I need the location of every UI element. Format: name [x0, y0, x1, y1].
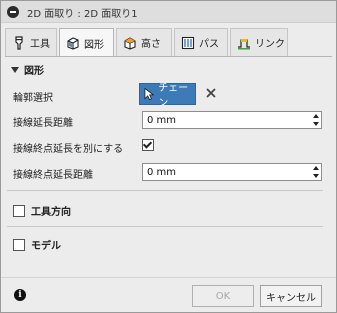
tab-path[interactable]: パス [174, 28, 228, 56]
tool-orientation-group[interactable]: 工具方向 [13, 203, 71, 218]
section-title: 図形 [24, 66, 44, 77]
info-icon[interactable]: i [14, 289, 26, 301]
end-extension-stepper[interactable] [311, 164, 321, 180]
tangent-extension-input[interactable] [143, 112, 308, 128]
footer-divider [1, 277, 336, 278]
tab-height-label: 高さ [141, 39, 161, 50]
section-header-geometry[interactable]: 図形 [11, 62, 44, 77]
collapse-icon[interactable] [7, 6, 19, 18]
end-extension-label: 接線終点延長距離 [13, 170, 93, 181]
tab-underline [5, 56, 332, 57]
tangent-extension-label: 接線延長距離 [13, 118, 73, 129]
model-checkbox[interactable] [13, 238, 25, 251]
tab-shape-label: 図形 [84, 39, 104, 51]
end-extension-input[interactable] [143, 164, 308, 180]
spin-up-icon[interactable] [313, 166, 319, 170]
height-icon [124, 36, 136, 50]
checkmark-icon [142, 139, 153, 149]
collapse-arrow-icon[interactable] [11, 66, 19, 73]
spin-up-icon[interactable] [313, 114, 319, 118]
tab-path-label: パス [199, 39, 219, 50]
link-icon [238, 38, 250, 49]
spin-down-icon[interactable] [313, 122, 319, 126]
path-icon [181, 36, 195, 49]
separate-end-extension-checkbox[interactable] [142, 139, 154, 151]
end-extension-field[interactable] [142, 163, 322, 181]
ok-button[interactable]: OK [192, 285, 254, 307]
tab-shape[interactable]: 図形 [59, 28, 114, 57]
tangent-extension-stepper[interactable] [311, 112, 321, 128]
cancel-button[interactable]: キャンセル [260, 285, 322, 307]
section-divider [7, 226, 323, 227]
tab-link[interactable]: リンク [230, 28, 288, 56]
chain-button-label: チェーン [158, 83, 189, 109]
tool-icon [15, 35, 23, 50]
shape-icon [67, 37, 79, 50]
tool-orientation-checkbox[interactable] [13, 204, 25, 217]
model-label: モデル [31, 241, 61, 252]
chain-select-button[interactable]: チェーン [139, 83, 196, 109]
title-bar[interactable]: 2D 面取り : 2D 面取り1 [1, 1, 336, 23]
tab-height[interactable]: 高さ [116, 28, 172, 56]
section-divider [7, 190, 323, 191]
tab-link-label: リンク [255, 39, 285, 50]
dialog-window: 2D 面取り : 2D 面取り1 工具 図形 高さ パス リンク 図形 輪郭選択… [0, 0, 337, 313]
tab-bar: 工具 図形 高さ パス リンク [5, 28, 332, 57]
tangent-extension-field[interactable] [142, 111, 322, 129]
separate-end-extension-label: 接線終点延長を別にする [13, 144, 124, 155]
window-title: 2D 面取り : 2D 面取り1 [27, 9, 138, 20]
model-group[interactable]: モデル [13, 237, 61, 252]
spin-down-icon[interactable] [313, 174, 319, 178]
clear-selection-icon[interactable] [205, 87, 217, 99]
tab-tool[interactable]: 工具 [5, 28, 57, 56]
cursor-arrow-icon [144, 87, 155, 101]
tab-tool-label: 工具 [30, 39, 50, 50]
tool-orientation-label: 工具方向 [31, 207, 71, 218]
contour-selection-label: 輪郭選択 [13, 93, 53, 104]
